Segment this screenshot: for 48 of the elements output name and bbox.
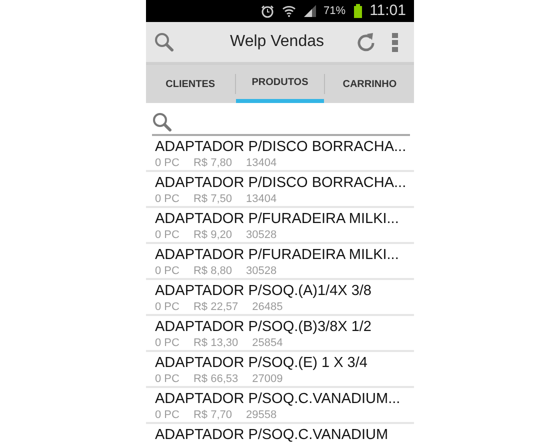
product-code: 30528 <box>246 265 277 277</box>
search-icon <box>152 112 172 132</box>
product-quantity: 0 PC <box>155 301 180 313</box>
wifi-icon <box>282 5 296 17</box>
product-code: 29558 <box>246 409 277 421</box>
product-price: R$ 22,57 <box>193 301 238 313</box>
tab[interactable]: CLIENTES <box>146 65 235 103</box>
product-code: 13404 <box>246 157 277 169</box>
product-quantity: 0 PC <box>155 157 180 169</box>
battery-icon <box>354 4 362 18</box>
alarm-icon <box>260 4 274 18</box>
product-price: R$ 7,80 <box>193 157 232 169</box>
product-name[interactable]: ADAPTADOR P/DISCO BORRACHA... <box>155 175 414 192</box>
product-name[interactable]: ADAPTADOR P/SOQ.C.VANADIUM... <box>155 391 414 408</box>
product-price: R$ 7,50 <box>193 193 232 205</box>
product-price: R$ 8,80 <box>193 265 232 277</box>
battery-text: 71% <box>324 4 346 19</box>
product-name[interactable]: ADAPTADOR P/SOQ.(B)3/8X 1/2 <box>155 319 414 336</box>
product-quantity: 0 PC <box>155 337 180 349</box>
overflow-menu-icon[interactable] <box>392 32 398 52</box>
product-code: 26485 <box>252 301 283 313</box>
product-price: R$ 9,20 <box>193 229 232 241</box>
product-name[interactable]: ADAPTADOR P/DISCO BORRACHA... <box>155 139 414 156</box>
product-code: 30528 <box>246 229 277 241</box>
tab[interactable]: CARRINHO <box>325 65 414 103</box>
app-title: Welp Vendas <box>229 32 325 52</box>
product-code: 25854 <box>252 337 283 349</box>
product-name[interactable]: ADAPTADOR P/SOQ.(A)1/4X 3/8 <box>155 283 414 300</box>
product-price: R$ 66,53 <box>193 373 238 385</box>
search-icon[interactable] <box>154 32 174 52</box>
tab[interactable]: PRODUTOS <box>236 65 324 103</box>
product-quantity: 0 PC <box>155 409 180 421</box>
product-price: R$ 13,30 <box>193 337 238 349</box>
product-quantity: 0 PC <box>155 373 180 385</box>
product-quantity: 0 PC <box>155 229 180 241</box>
refresh-icon[interactable] <box>356 32 376 52</box>
product-name[interactable]: ADAPTADOR P/FURADEIRA MILKI... <box>155 211 414 228</box>
product-name[interactable]: ADAPTADOR P/SOQ.(E) 1 X 3/4 <box>155 355 414 372</box>
product-code: 13404 <box>246 193 277 205</box>
product-name[interactable]: ADAPTADOR P/SOQ.C.VANADIUM <box>155 427 414 444</box>
product-quantity: 0 PC <box>155 265 180 277</box>
product-name[interactable]: ADAPTADOR P/FURADEIRA MILKI... <box>155 247 414 264</box>
signal-icon <box>304 5 316 17</box>
product-quantity: 0 PC <box>155 193 180 205</box>
product-price: R$ 7,70 <box>193 409 232 421</box>
clock-time: 11:01 <box>370 0 406 21</box>
search-field[interactable] <box>152 110 410 136</box>
product-code: 27009 <box>252 373 283 385</box>
